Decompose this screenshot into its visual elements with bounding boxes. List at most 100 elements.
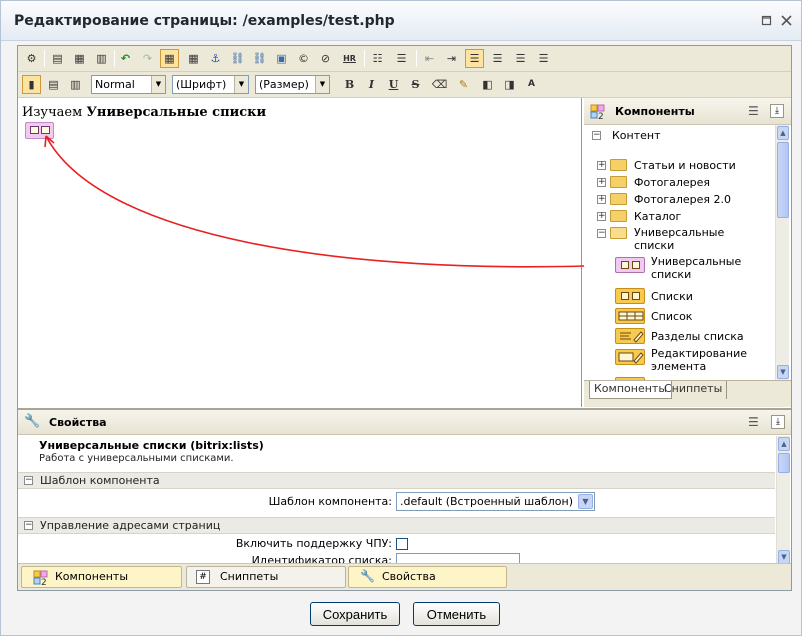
component-item[interactable]: Списки — [584, 288, 774, 306]
dialog-titlebar[interactable]: Редактирование страницы: /examples/test.… — [1, 1, 801, 41]
anchor-icon[interactable]: ⚓ — [206, 49, 225, 68]
pin-icon[interactable]: ⤓ — [771, 415, 785, 429]
collapse-icon[interactable]: − — [597, 229, 606, 238]
chevron-down-icon: ▼ — [151, 76, 165, 93]
scroll-up-icon[interactable]: ▲ — [777, 126, 789, 140]
bold-button[interactable]: B — [340, 75, 359, 94]
editor-content-area[interactable]: Изучаем Универсальные списки — [18, 98, 582, 407]
tab-snippets[interactable]: Сниппеты — [660, 381, 728, 399]
text-color-icon[interactable]: ◨ — [500, 75, 519, 94]
section-sef[interactable]: − Управление адресами страниц — [18, 517, 775, 534]
outdent-icon[interactable]: ⇤ — [420, 49, 439, 68]
component-placeholder[interactable] — [25, 122, 54, 139]
cancel-button[interactable]: Отменить — [413, 602, 500, 626]
restore-icon[interactable] — [761, 15, 772, 26]
link-icon[interactable]: ⛓ — [228, 49, 247, 68]
collapse-icon[interactable]: − — [592, 131, 601, 140]
components-scrollbar[interactable]: ▲ ▼ — [775, 125, 789, 380]
save-button[interactable]: Сохранить — [310, 602, 400, 626]
component-name: Универсальные списки (bitrix:lists) — [39, 439, 264, 452]
tree-item-expanded[interactable]: − Универсальные списки — [584, 226, 774, 254]
undo-icon[interactable]: ↶ — [116, 49, 135, 68]
expand-icon[interactable]: + — [597, 195, 606, 204]
taskbar-snippets[interactable]: # Сниппеты — [186, 566, 346, 588]
size-select[interactable]: (Размер) ▼ — [255, 75, 330, 94]
section-template[interactable]: − Шаблон компонента — [18, 472, 775, 489]
folder-icon — [610, 176, 627, 188]
components-panel: 2 Компоненты ☰ ⤓ − Контент + Статьи и но… — [584, 98, 791, 407]
svg-text:2: 2 — [598, 112, 604, 120]
redo-icon[interactable]: ↷ — [138, 49, 157, 68]
settings-icon[interactable]: ⚙ — [22, 49, 41, 68]
collapse-icon[interactable]: − — [24, 476, 33, 485]
tree-item[interactable]: + Фотогалерея — [584, 175, 774, 191]
collapse-icon[interactable]: − — [24, 521, 33, 530]
hr-icon[interactable]: HR — [340, 49, 359, 68]
wrench-icon: 🔧 — [360, 569, 375, 583]
strikethrough-button[interactable]: S — [406, 75, 425, 94]
indent-icon[interactable]: ⇥ — [442, 49, 461, 68]
scroll-up-icon[interactable]: ▲ — [778, 437, 790, 451]
properties-panel-header: 🔧 Свойства ☰ ⤓ — [18, 410, 791, 435]
sef-checkbox[interactable] — [396, 538, 408, 550]
tree-root-content[interactable]: − Контент — [584, 129, 774, 145]
style-select[interactable]: Normal ▼ — [91, 75, 166, 94]
word-paste-icon[interactable]: ▦ — [70, 49, 89, 68]
align-left-icon[interactable]: ☰ — [465, 49, 484, 68]
font-color-icon[interactable]: A — [522, 75, 541, 94]
properties-scrollbar[interactable]: ▲ ▼ — [776, 436, 790, 565]
template-select[interactable]: .default (Встроенный шаблон) ▼ — [396, 492, 595, 511]
wrench-icon: 🔧 — [24, 414, 41, 429]
taskbar-properties[interactable]: 🔧 Свойства — [348, 566, 507, 588]
table-icon[interactable]: ▦ — [184, 49, 203, 68]
align-justify-icon[interactable]: ☰ — [534, 49, 553, 68]
tree-item[interactable]: + Каталог — [584, 209, 774, 225]
component-item[interactable]: Универсальные списки — [584, 255, 774, 283]
numbered-list-icon[interactable]: ☷ — [368, 49, 387, 68]
menu-icon[interactable]: ☰ — [748, 416, 762, 430]
italic-button[interactable]: I — [362, 75, 381, 94]
pin-icon[interactable]: ⤓ — [770, 104, 784, 118]
menu-icon[interactable]: ☰ — [748, 105, 762, 119]
taskbar-components[interactable]: 2 Компоненты — [21, 566, 182, 588]
snippet-icon: # — [196, 570, 210, 584]
dialog-title: Редактирование страницы: /examples/test.… — [14, 13, 395, 29]
align-center-icon[interactable]: ☰ — [488, 49, 507, 68]
font-select[interactable]: (Шрифт) ▼ — [172, 75, 249, 94]
background-color-icon[interactable]: ◧ — [478, 75, 497, 94]
special-char-icon[interactable]: ⊘ — [316, 49, 335, 68]
align-right-icon[interactable]: ☰ — [511, 49, 530, 68]
scroll-down-icon[interactable]: ▼ — [777, 365, 789, 379]
components-panel-header: 2 Компоненты ☰ ⤓ — [584, 98, 791, 125]
component-item[interactable]: Редактирование элемента — [584, 347, 774, 375]
save-icon[interactable]: ▤ — [48, 49, 67, 68]
eraser-icon[interactable]: ⌫ — [430, 75, 449, 94]
toggle-borders-icon[interactable]: ▦ — [160, 49, 179, 68]
edit-page-dialog: Редактирование страницы: /examples/test.… — [0, 0, 802, 636]
split-mode-icon[interactable]: ▥ — [66, 75, 85, 94]
scroll-down-icon[interactable]: ▼ — [778, 550, 790, 564]
expand-icon[interactable]: + — [597, 161, 606, 170]
text-paste-icon[interactable]: ▥ — [92, 49, 111, 68]
code-mode-icon[interactable]: ▤ — [44, 75, 63, 94]
copyright-icon[interactable]: © — [294, 49, 313, 68]
scrollbar-thumb[interactable] — [778, 453, 790, 473]
tree-item[interactable]: + Фотогалерея 2.0 — [584, 192, 774, 208]
brush-icon[interactable]: ✎ — [454, 75, 473, 94]
scrollbar-thumb[interactable] — [777, 142, 789, 218]
chevron-down-icon: ▼ — [315, 76, 329, 93]
tree-item[interactable]: + Статьи и новости — [584, 158, 774, 174]
component-item[interactable]: Список — [584, 308, 774, 326]
component-item[interactable]: Разделы списка — [584, 328, 774, 346]
wysiwyg-mode-icon[interactable]: ▮ — [22, 75, 41, 94]
expand-icon[interactable]: + — [597, 212, 606, 221]
image-icon[interactable]: ▣ — [272, 49, 291, 68]
bullet-list-icon[interactable]: ☰ — [392, 49, 411, 68]
unlink-icon[interactable]: ⛓ — [250, 49, 269, 68]
components-icon: 2 — [33, 570, 48, 588]
toolbar-row-2: ▮ ▤ ▥ Normal ▼ (Шрифт) ▼ (Размер) ▼ B I … — [18, 72, 791, 98]
expand-icon[interactable]: + — [597, 178, 606, 187]
close-icon[interactable] — [781, 15, 792, 26]
folder-icon — [610, 193, 627, 205]
underline-button[interactable]: U — [384, 75, 403, 94]
